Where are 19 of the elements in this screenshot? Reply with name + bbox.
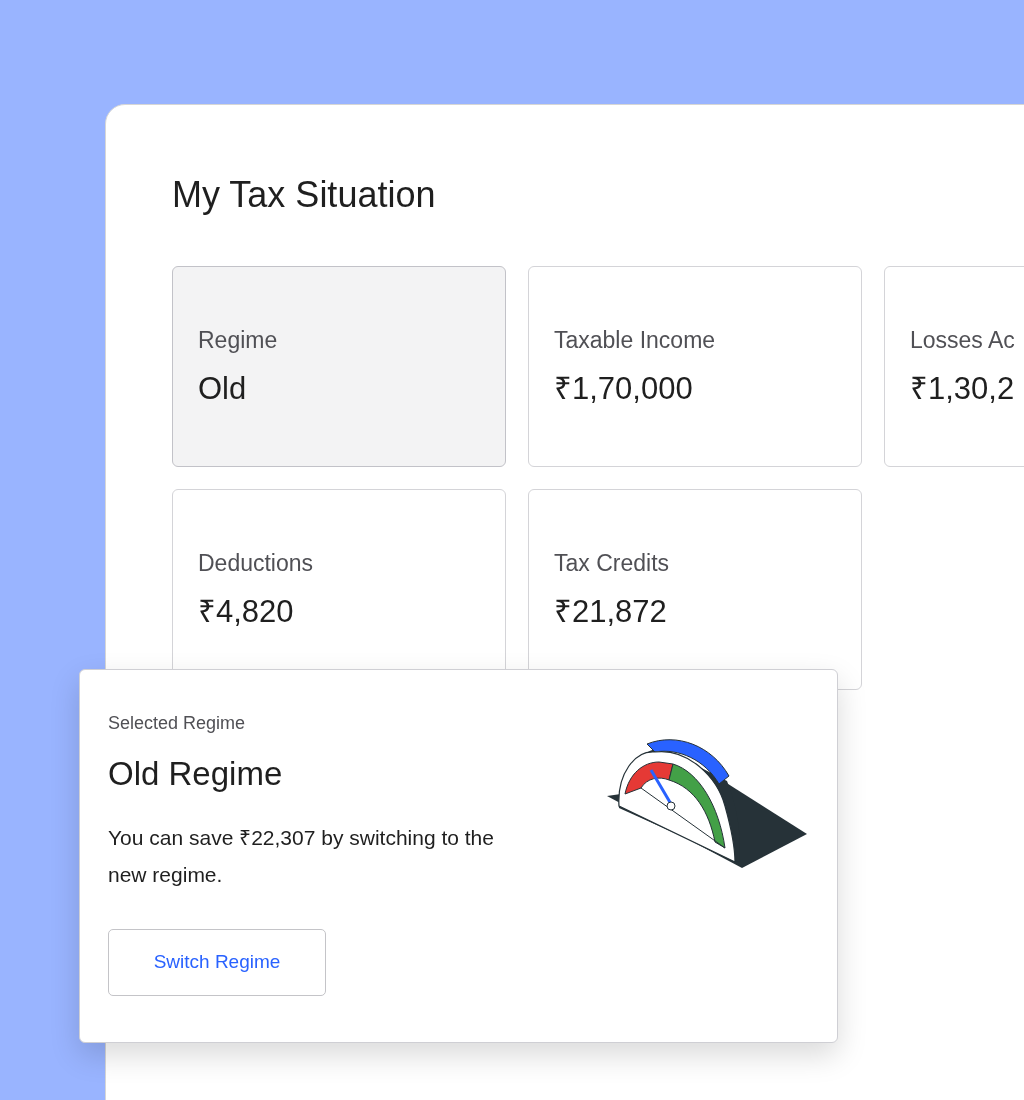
summary-card[interactable]: Taxable Income ₹1,70,000 — [528, 266, 862, 468]
card-label: Taxable Income — [554, 326, 716, 356]
caption: Selected Regime — [108, 712, 246, 735]
card-label: Losses Ac — [910, 326, 1015, 356]
card-value: ₹1,30,2 — [910, 369, 1015, 408]
card-value: ₹1,70,000 — [554, 369, 693, 408]
summary-card[interactable]: Tax Credits ₹21,872 — [528, 489, 862, 691]
card-label: Tax Credits — [554, 549, 670, 579]
summary-card[interactable]: Regime Old — [172, 266, 506, 468]
switch-regime-button[interactable]: Switch Regime — [108, 928, 326, 996]
savings-message: You can save ₹22,307 by switching to the new regime. — [108, 824, 495, 888]
card-value: ₹21,872 — [554, 592, 667, 631]
card-value: Old — [198, 369, 247, 408]
card-label: Regime — [198, 326, 278, 356]
summary-card[interactable]: Losses Ac ₹1,30,2 — [884, 266, 1024, 468]
card-label: Deductions — [198, 549, 314, 579]
card-value: ₹4,820 — [198, 592, 294, 631]
regime-heading: Old Regime — [108, 754, 283, 794]
page-title: My Tax Situation — [172, 173, 436, 217]
